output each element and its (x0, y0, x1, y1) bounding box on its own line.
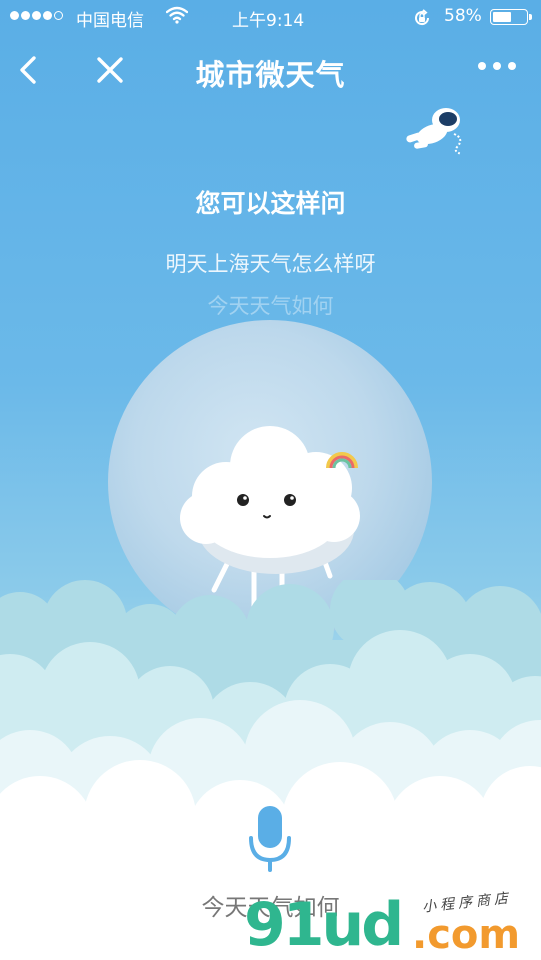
microphone-icon[interactable] (246, 804, 294, 874)
page-title: 城市微天气 (195, 58, 346, 92)
prompt-heading: 您可以这样问 (195, 189, 346, 218)
status-time: 上午9:14 (232, 11, 305, 31)
status-bar: 中国电信 上午9:14 58% (0, 0, 541, 34)
battery-icon (490, 9, 532, 25)
battery-percent: 58% (444, 6, 482, 26)
watermark-logo-text: 91ud (244, 890, 404, 960)
watermark-domain: .com (412, 912, 521, 958)
astronaut-icon (406, 108, 463, 155)
carrier-name: 中国电信 (76, 11, 144, 31)
watermark-logo: 91ud 小程序商店 .com (244, 890, 534, 960)
suggestion-text: 明天上海天气怎么样呀 (165, 252, 376, 276)
navigation-bar: 城市微天气 (0, 40, 541, 100)
rotation-lock-icon (415, 9, 430, 26)
more-icon[interactable] (478, 62, 516, 70)
suggestion-text: 今天天气如何 (207, 294, 334, 318)
signal-strength-icon (10, 11, 63, 20)
wifi-icon (166, 6, 188, 24)
